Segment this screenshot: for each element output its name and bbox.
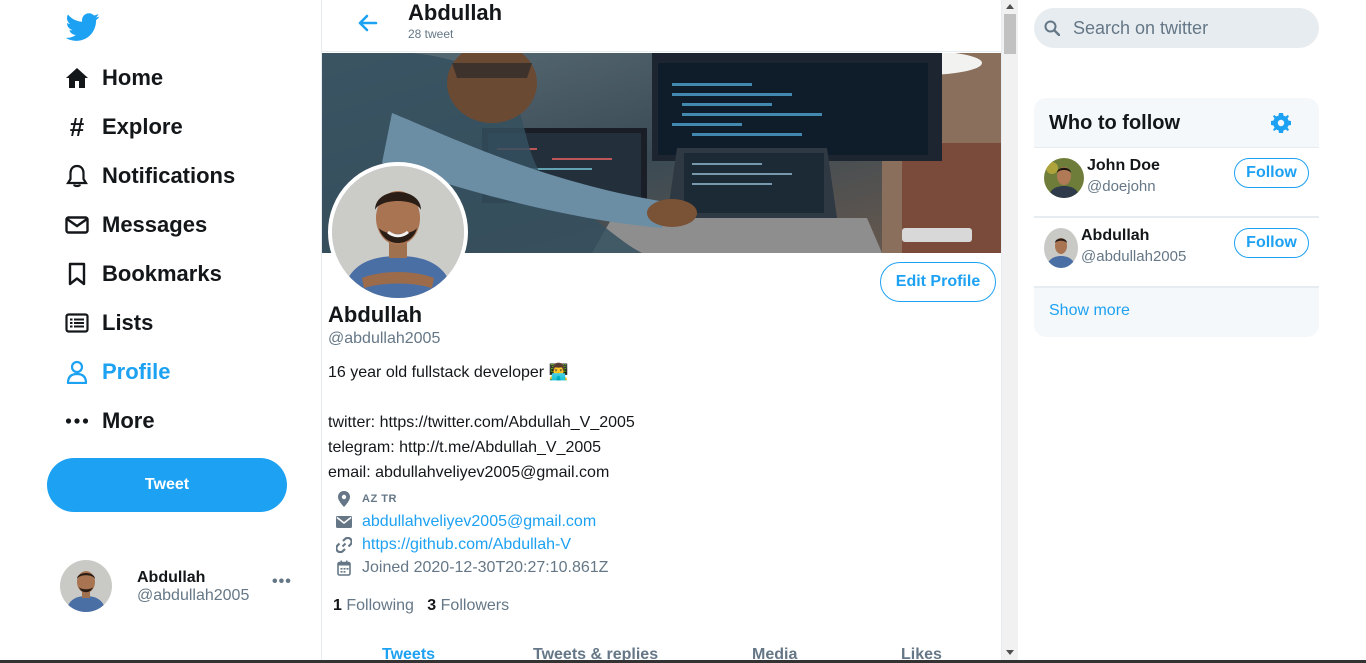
account-switcher[interactable]: Abdullah @abdullah2005 ••• [60,560,300,614]
envelope-icon [336,514,352,530]
envelope-icon [64,212,90,238]
app-root: Home # Explore Notifications Messages Bo… [0,0,1366,663]
website-link[interactable]: https://github.com/Abdullah-V [362,536,571,554]
follow-stats: 1 Following 3 Followers [333,597,509,615]
edit-profile-button[interactable]: Edit Profile [880,262,996,302]
account-name: Abdullah [137,569,206,586]
search-icon [1044,20,1060,36]
joined-text: Joined 2020-12-30T20:27:10.861Z [362,559,609,576]
calendar-icon [336,560,352,576]
hashtag-icon: # [69,111,85,142]
who-to-follow-panel: Who to follow John Doe @doejohn Follow A… [1034,98,1319,337]
user-icon [64,359,90,385]
profile-joined: Joined 2020-12-30T20:27:10.861Z [336,559,608,577]
profile-website: https://github.com/Abdullah-V [336,536,571,554]
nav-home[interactable]: Home [64,62,163,94]
user-handle: @abdullah2005 [1081,248,1187,265]
bell-icon [64,163,90,189]
nav-more-label: More [102,408,155,433]
follow-button[interactable]: Follow [1234,228,1309,258]
main-scrollbar[interactable] [1002,0,1018,663]
left-sidebar: Home # Explore Notifications Messages Bo… [0,0,321,663]
user-avatar [1044,228,1078,268]
profile-column: Abdullah 28 tweet Edit Profile Abdullah … [321,0,1002,663]
nav-notifications-label: Notifications [102,163,236,188]
nav-lists[interactable]: Lists [64,307,153,339]
scroll-up-arrow-icon[interactable] [1006,4,1014,9]
scroll-thumb[interactable] [1004,14,1016,54]
nav-more[interactable]: More [64,405,155,437]
email-link[interactable]: abdullahveliyev2005@gmail.com [362,513,596,531]
profile-email: abdullahveliyev2005@gmail.com [336,513,596,531]
nav-profile[interactable]: Profile [64,356,170,388]
profile-bio: 16 year old fullstack developer 👨‍💻 twit… [328,364,635,481]
who-to-follow-header: Who to follow [1034,98,1319,148]
nav-notifications[interactable]: Notifications [64,160,235,192]
suggested-user[interactable]: Abdullah @abdullah2005 Follow [1034,218,1319,288]
followers-count: 3 [427,597,437,614]
who-to-follow-title: Who to follow [1049,112,1181,134]
scroll-down-arrow-icon[interactable] [1006,650,1014,655]
user-name: John Doe [1087,157,1160,174]
profile-location: AZ TR [336,491,397,507]
show-more-link[interactable]: Show more [1049,302,1130,320]
profile-handle: @abdullah2005 [328,330,441,347]
account-more-icon[interactable]: ••• [272,573,292,591]
following-count: 1 [333,597,342,614]
nav-messages-label: Messages [102,212,208,237]
search-input[interactable] [1073,8,1313,48]
link-icon [336,537,352,553]
followers-link[interactable]: 3 Followers [427,597,509,614]
home-icon [64,65,90,91]
ellipsis-icon [64,408,90,434]
profile-header: Abdullah 28 tweet [322,0,1001,52]
nav-explore-label: Explore [102,114,183,139]
follow-button[interactable]: Follow [1234,158,1309,188]
nav-home-label: Home [102,65,164,90]
suggested-user[interactable]: John Doe @doejohn Follow [1034,148,1319,218]
gear-icon[interactable] [1271,113,1291,133]
nav-profile-label: Profile [102,359,171,384]
nav-explore[interactable]: # Explore [64,111,183,143]
nav-bookmarks[interactable]: Bookmarks [64,258,222,290]
account-avatar [60,560,112,612]
user-handle: @doejohn [1087,178,1156,195]
nav-messages[interactable]: Messages [64,209,207,241]
user-avatar [1044,158,1084,198]
back-arrow-icon[interactable] [356,12,378,34]
followers-label: Followers [440,597,510,614]
profile-avatar[interactable] [328,162,468,302]
account-handle: @abdullah2005 [137,587,250,604]
search-box [1034,8,1319,48]
twitter-logo-icon[interactable] [64,10,102,44]
bookmark-icon [64,261,90,287]
user-name: Abdullah [1081,227,1150,244]
header-title: Abdullah [408,0,503,25]
list-icon [64,310,90,336]
nav-bookmarks-label: Bookmarks [102,261,222,286]
location-pin-icon [336,491,352,507]
profile-name: Abdullah [328,302,423,327]
tweet-count: 28 tweet [408,27,454,41]
following-link[interactable]: 1 Following [333,597,414,614]
nav-lists-label: Lists [102,310,154,335]
following-label: Following [346,597,414,614]
tweet-button[interactable]: Tweet [47,458,287,512]
location-text: AZ TR [362,493,397,505]
